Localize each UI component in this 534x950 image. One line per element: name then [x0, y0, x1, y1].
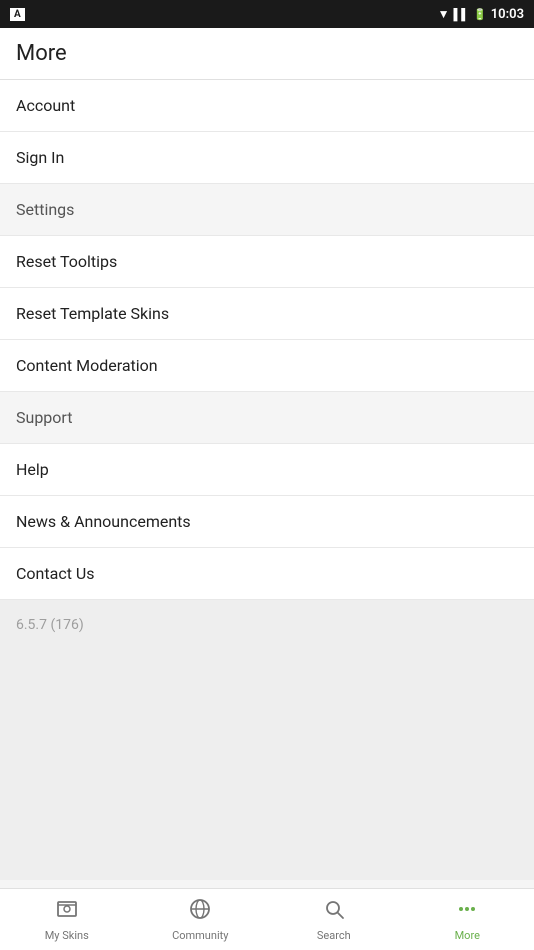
menu-item-content-moderation-label: Content Moderation	[16, 356, 158, 375]
nav-label-community: Community	[172, 929, 228, 942]
nav-label-my-skins: My Skins	[45, 929, 89, 942]
search-icon	[322, 897, 346, 926]
menu-item-support[interactable]: Support	[0, 392, 534, 444]
skins-icon	[55, 897, 79, 926]
menu-section: Account Sign In Settings Reset Tooltips …	[0, 80, 534, 600]
menu-item-help[interactable]: Help	[0, 444, 534, 496]
menu-item-contact-us-label: Contact Us	[16, 564, 95, 583]
menu-item-reset-tooltips[interactable]: Reset Tooltips	[0, 236, 534, 288]
more-icon	[455, 897, 479, 926]
wifi-icon: ▼	[438, 7, 450, 21]
menu-item-content-moderation[interactable]: Content Moderation	[0, 340, 534, 392]
menu-item-news-announcements-label: News & Announcements	[16, 512, 191, 531]
status-bar-right: ▼ ▌▌ 🔋 10:03	[438, 7, 524, 22]
menu-item-settings[interactable]: Settings	[0, 184, 534, 236]
menu-item-sign-in[interactable]: Sign In	[0, 132, 534, 184]
nav-label-more: More	[455, 929, 480, 942]
status-bar: A ▼ ▌▌ 🔋 10:03	[0, 0, 534, 28]
menu-item-account-label: Account	[16, 96, 75, 115]
menu-item-sign-in-label: Sign In	[16, 148, 64, 167]
menu-item-reset-template-skins-label: Reset Template Skins	[16, 304, 169, 323]
menu-item-contact-us[interactable]: Contact Us	[0, 548, 534, 600]
menu-item-support-label: Support	[16, 408, 72, 427]
menu-item-account[interactable]: Account	[0, 80, 534, 132]
menu-item-news-announcements[interactable]: News & Announcements	[0, 496, 534, 548]
nav-item-more[interactable]: More	[401, 889, 534, 950]
menu-item-help-label: Help	[16, 460, 49, 479]
menu-item-settings-label: Settings	[16, 200, 74, 219]
version-text: 6.5.7 (176)	[16, 617, 84, 633]
app-bar: More	[0, 28, 534, 80]
community-icon	[188, 897, 212, 926]
bottom-nav: My Skins Community Search	[0, 888, 534, 950]
nav-item-search[interactable]: Search	[267, 889, 401, 950]
status-time: 10:03	[491, 7, 524, 22]
page-title: More	[16, 41, 67, 66]
battery-icon: 🔋	[473, 8, 487, 21]
nav-label-search: Search	[317, 929, 351, 942]
nav-item-community[interactable]: Community	[134, 889, 268, 950]
main-content: More Account Sign In Settings Reset Tool…	[0, 28, 534, 888]
nav-item-my-skins[interactable]: My Skins	[0, 889, 134, 950]
status-bar-left: A	[10, 8, 25, 21]
menu-item-reset-tooltips-label: Reset Tooltips	[16, 252, 117, 271]
signal-icon: ▌▌	[453, 8, 469, 21]
version-area: 6.5.7 (176)	[0, 600, 534, 880]
app-icon: A	[10, 8, 25, 21]
menu-item-reset-template-skins[interactable]: Reset Template Skins	[0, 288, 534, 340]
